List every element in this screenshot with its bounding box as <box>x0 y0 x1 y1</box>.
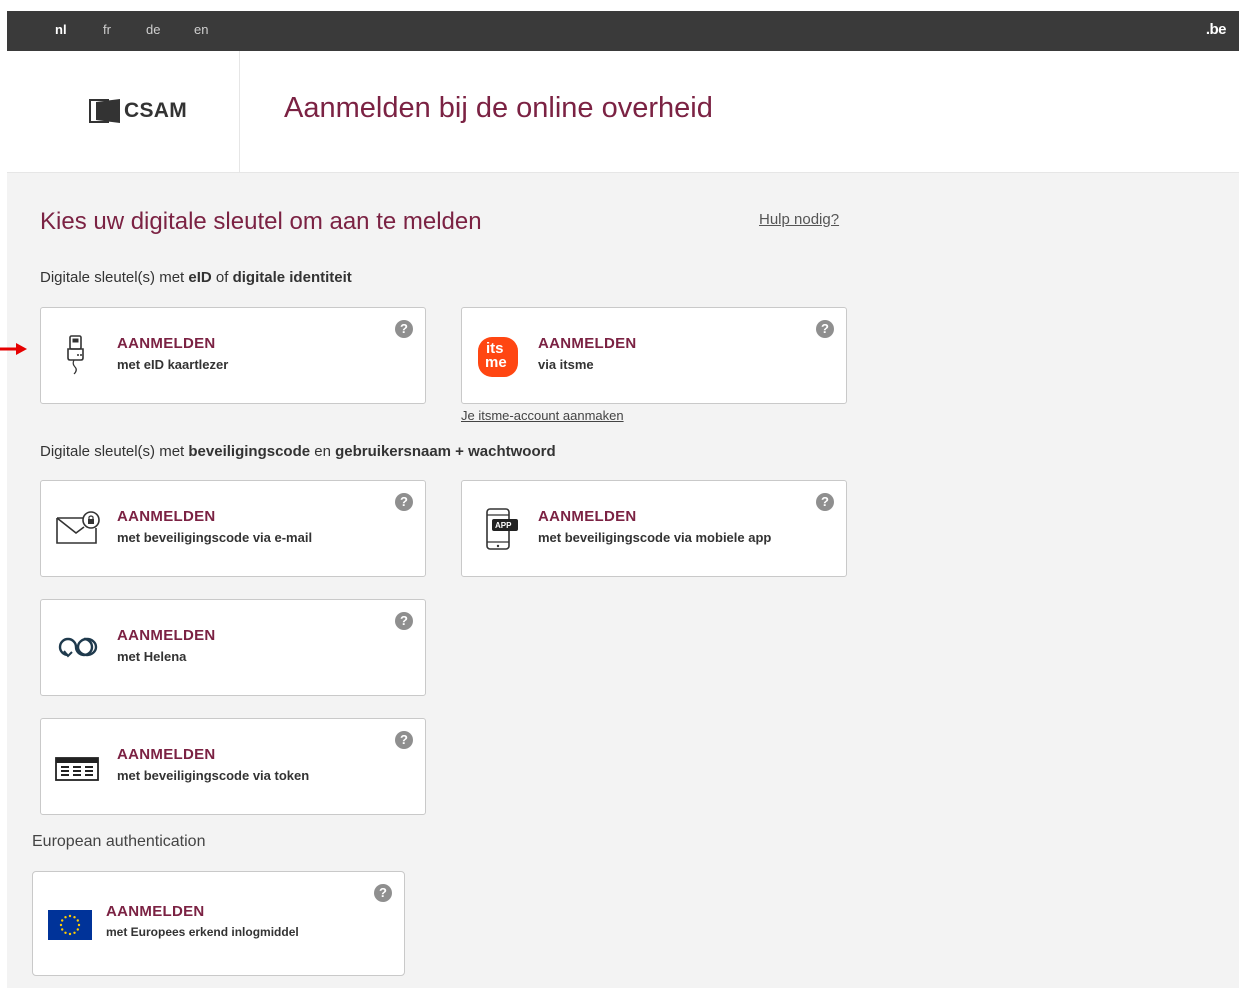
card-title: AANMELDEN <box>117 627 216 644</box>
logo-text: CSAM <box>124 99 188 122</box>
card-title: AANMELDEN <box>117 508 216 525</box>
card-title: AANMELDEN <box>117 746 216 763</box>
page-header: CSAM Aanmelden bij de online overheid <box>7 51 1239 173</box>
login-mobile-app-card[interactable]: APP AANMELDEN met beveiligingscode via m… <box>461 480 847 577</box>
card-subtitle: met eID kaartlezer <box>117 357 229 372</box>
helena-icon <box>54 625 100 671</box>
card-subtitle: met beveiligingscode via mobiele app <box>538 530 772 545</box>
app-badge-text: APP <box>495 521 512 530</box>
itsme-account-link[interactable]: Je itsme-account aanmaken <box>461 408 624 423</box>
card-title: AANMELDEN <box>106 903 205 920</box>
help-link[interactable]: Hulp nodig? <box>759 211 839 228</box>
login-itsme-card[interactable]: its me AANMELDEN via itsme ? <box>461 307 847 404</box>
login-eid-card[interactable]: AANMELDEN met eID kaartlezer ? <box>40 307 426 404</box>
lang-nl[interactable]: nl <box>55 22 67 37</box>
card-reader-icon <box>54 333 100 379</box>
group-label-code: Digitale sleutel(s) met beveiligingscode… <box>40 443 556 460</box>
login-email-card[interactable]: AANMELDEN met beveiligingscode via e-mai… <box>40 480 426 577</box>
help-question-icon[interactable]: ? <box>395 493 413 511</box>
group-label-eid: Digitale sleutel(s) met eID of digitale … <box>40 269 352 286</box>
envelope-lock-icon <box>54 506 100 552</box>
belgium-domain-badge[interactable]: .be <box>1206 21 1227 38</box>
card-subtitle: met beveiligingscode via token <box>117 768 310 783</box>
login-token-card[interactable]: AANMELDEN met beveiligingscode via token… <box>40 718 426 815</box>
csam-door-icon <box>89 99 120 123</box>
card-subtitle: met Helena <box>117 649 187 664</box>
help-question-icon[interactable]: ? <box>395 320 413 338</box>
card-title: AANMELDEN <box>538 335 637 352</box>
section-title: Kies uw digitale sleutel om aan te melde… <box>40 208 482 235</box>
csam-logo[interactable]: CSAM <box>88 98 198 124</box>
eu-flag-icon <box>48 910 92 940</box>
help-question-icon[interactable]: ? <box>816 493 834 511</box>
login-european-card[interactable]: AANMELDEN met Europees erkend inlogmidde… <box>32 871 405 976</box>
main-content: Kies uw digitale sleutel om aan te melde… <box>7 173 1239 988</box>
page-title: Aanmelden bij de online overheid <box>284 92 713 124</box>
itsme-logo: its me <box>476 335 520 379</box>
itsme-logo-text-bottom: me <box>485 354 507 371</box>
top-bar: nl fr de en .be <box>7 11 1239 51</box>
help-question-icon[interactable]: ? <box>395 612 413 630</box>
mobile-app-icon: APP <box>475 506 521 552</box>
european-auth-label: European authentication <box>32 833 206 850</box>
token-grid-icon <box>54 744 100 790</box>
lang-fr[interactable]: fr <box>103 22 111 37</box>
red-arrow-icon <box>0 343 27 355</box>
card-subtitle: met Europees erkend inlogmiddel <box>106 925 299 939</box>
help-question-icon[interactable]: ? <box>816 320 834 338</box>
card-subtitle: met beveiligingscode via e-mail <box>117 530 313 545</box>
lang-de[interactable]: de <box>146 22 160 37</box>
login-helena-card[interactable]: AANMELDEN met Helena ? <box>40 599 426 696</box>
logo-cell: CSAM <box>7 51 240 172</box>
lang-en[interactable]: en <box>194 22 208 37</box>
help-question-icon[interactable]: ? <box>395 731 413 749</box>
help-question-icon[interactable]: ? <box>374 884 392 902</box>
card-title: AANMELDEN <box>117 335 216 352</box>
card-title: AANMELDEN <box>538 508 637 525</box>
card-subtitle: via itsme <box>538 357 594 372</box>
